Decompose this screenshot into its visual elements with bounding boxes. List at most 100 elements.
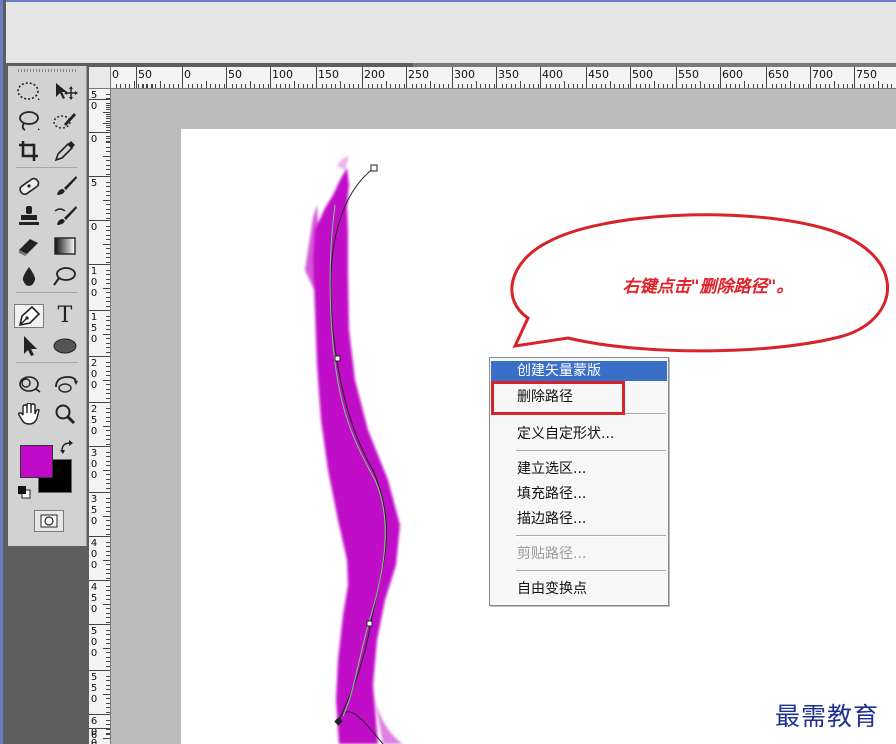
ruler-minor-tick bbox=[653, 81, 655, 88]
ruler-minor-tick bbox=[106, 208, 110, 210]
ruler-tick bbox=[89, 446, 110, 447]
ruler-minor-tick bbox=[519, 81, 521, 88]
ruler-minor-tick bbox=[106, 125, 110, 126]
ruler-minor-tick bbox=[267, 84, 269, 88]
crop-tool[interactable] bbox=[14, 139, 44, 163]
ruler-minor-tick bbox=[298, 84, 299, 88]
ruler-minor-tick bbox=[106, 617, 110, 618]
ruler-minor-tick bbox=[443, 84, 444, 88]
ruler-minor-tick bbox=[245, 84, 246, 88]
ruler-minor-tick bbox=[807, 84, 809, 88]
default-colors-icon[interactable] bbox=[17, 484, 31, 499]
brush-tool[interactable] bbox=[50, 174, 80, 198]
ruler-minor-tick bbox=[106, 733, 110, 735]
quick-mask-button[interactable] bbox=[34, 510, 64, 532]
path-selection-tool[interactable] bbox=[14, 334, 44, 358]
ruler-minor-tick bbox=[106, 465, 110, 466]
eyedropper-tool[interactable] bbox=[50, 139, 80, 163]
ruler-minor-tick bbox=[106, 269, 110, 271]
ruler-minor-tick bbox=[106, 274, 110, 275]
menu-item-make-vector-mask[interactable]: 创建矢量蒙版 bbox=[491, 361, 667, 381]
ruler-minor-tick bbox=[106, 698, 110, 699]
vertical-ruler[interactable]: 5005010015020025030035040045050055060065 bbox=[89, 89, 111, 744]
ruler-minor-tick bbox=[559, 84, 560, 88]
ruler-minor-tick bbox=[173, 84, 174, 88]
horizontal-ruler[interactable]: 0 50 0 50 100 150 200 250 300 350 400 450 500 550 600 6… bbox=[111, 67, 896, 89]
zoom-tool[interactable] bbox=[50, 402, 80, 426]
ruler-minor-tick bbox=[457, 84, 459, 88]
paintbrush-icon bbox=[57, 176, 77, 195]
ellipse-tool[interactable] bbox=[50, 334, 80, 358]
quick-selection-tool[interactable] bbox=[50, 109, 80, 133]
ruler-minor-tick bbox=[600, 84, 602, 88]
ruler-minor-tick bbox=[106, 239, 110, 240]
ruler-minor-tick bbox=[803, 84, 804, 88]
3d-rotate-tool[interactable] bbox=[14, 372, 44, 396]
pen-tool[interactable] bbox=[14, 304, 44, 328]
menu-item-stroke-path[interactable]: 描边路径... bbox=[491, 509, 667, 529]
ruler-minor-tick bbox=[399, 84, 400, 88]
ruler-minor-tick bbox=[403, 84, 405, 88]
ruler-minor-tick bbox=[739, 84, 740, 88]
ruler-minor-tick bbox=[106, 577, 110, 579]
ruler-label: 0 bbox=[112, 68, 119, 81]
ruler-minor-tick bbox=[348, 84, 350, 88]
ruler-minor-tick bbox=[103, 122, 110, 124]
healing-brush-tool[interactable] bbox=[14, 174, 44, 198]
ruler-minor-tick bbox=[307, 84, 308, 88]
ruler-minor-tick bbox=[106, 104, 110, 106]
foreground-color-swatch[interactable] bbox=[20, 445, 53, 478]
clone-stamp-tool[interactable] bbox=[14, 204, 44, 228]
menu-item-make-selection[interactable]: 建立选区... bbox=[491, 459, 667, 479]
move-tool[interactable] bbox=[50, 79, 80, 103]
ruler-minor-tick bbox=[106, 160, 110, 161]
history-brush-tool[interactable] bbox=[50, 204, 80, 228]
menu-item-fill-path[interactable]: 填充路径... bbox=[491, 484, 667, 504]
gradient-tool[interactable] bbox=[50, 234, 80, 258]
ruler-minor-tick bbox=[231, 84, 233, 88]
ruler-minor-tick bbox=[106, 204, 110, 205]
menu-item-define-custom-shape[interactable]: 定义自定形状... bbox=[491, 424, 667, 444]
ruler-tick bbox=[89, 402, 110, 403]
ruler-minor-tick bbox=[106, 675, 110, 677]
ruler-minor-tick bbox=[690, 84, 692, 88]
ruler-minor-tick bbox=[280, 84, 281, 88]
marquee-tool[interactable] bbox=[14, 79, 44, 103]
ruler-origin[interactable] bbox=[89, 67, 111, 89]
ruler-minor-tick bbox=[106, 146, 110, 148]
ruler-minor-tick bbox=[147, 84, 148, 88]
swap-colors-icon[interactable] bbox=[60, 439, 74, 454]
tools-panel-grip[interactable] bbox=[18, 69, 76, 72]
dodge-tool[interactable] bbox=[50, 264, 80, 288]
lasso-tool[interactable] bbox=[14, 109, 44, 133]
dotted-ellipse-icon bbox=[17, 82, 40, 100]
ruler-minor-tick bbox=[236, 84, 237, 88]
ruler-minor-tick bbox=[106, 261, 110, 263]
ruler-minor-tick bbox=[120, 84, 121, 88]
ruler-minor-tick bbox=[873, 84, 874, 88]
blur-tool[interactable] bbox=[14, 264, 44, 288]
ruler-label: 0 bbox=[90, 101, 98, 112]
tools-separator bbox=[16, 292, 78, 293]
ruler-minor-tick bbox=[609, 81, 611, 88]
3d-orbit-icon bbox=[55, 376, 78, 393]
ruler-minor-tick bbox=[103, 693, 110, 695]
ruler-minor-tick bbox=[425, 84, 426, 88]
ruler-minor-tick bbox=[205, 81, 207, 88]
ruler-minor-tick bbox=[103, 425, 110, 427]
ruler-minor-tick bbox=[106, 342, 110, 344]
ruler-minor-tick bbox=[106, 621, 110, 623]
type-t-icon: T bbox=[57, 303, 73, 328]
ruler-minor-tick bbox=[106, 680, 110, 681]
eraser-tool[interactable] bbox=[14, 234, 44, 258]
ruler-minor-tick bbox=[293, 81, 295, 88]
hand-tool[interactable] bbox=[14, 402, 44, 426]
menu-item-free-transform-points[interactable]: 自由变换点 bbox=[491, 579, 667, 599]
3d-orbit-tool[interactable] bbox=[50, 372, 80, 396]
ruler-minor-tick bbox=[708, 84, 710, 88]
type-tool[interactable]: T bbox=[50, 304, 80, 328]
ruler-minor-tick bbox=[106, 142, 110, 143]
ruler-minor-tick bbox=[798, 84, 800, 88]
ruler-minor-tick bbox=[106, 278, 110, 280]
ruler-minor-tick bbox=[138, 84, 139, 88]
